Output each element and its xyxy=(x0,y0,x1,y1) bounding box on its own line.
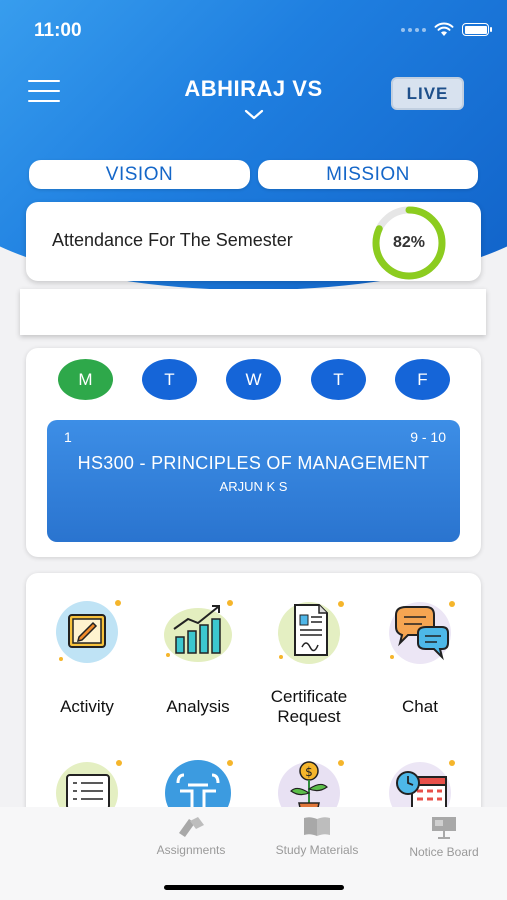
activity-tile[interactable]: Activity xyxy=(31,595,141,745)
period-card[interactable]: 1 9 - 10 HS300 - PRINCIPLES OF MANAGEMEN… xyxy=(47,420,460,542)
day-monday[interactable]: M xyxy=(58,359,113,400)
announcement-banner xyxy=(20,289,486,335)
day-friday[interactable]: F xyxy=(395,359,450,400)
notice-board-icon xyxy=(432,817,456,839)
attendance-label: Attendance For The Semester xyxy=(52,230,293,250)
chat-tile[interactable]: Chat xyxy=(364,595,474,745)
day-tuesday[interactable]: T xyxy=(142,359,197,400)
nav-assignments-label: Assignments xyxy=(156,843,226,857)
certificate-request-label: Certificate Request xyxy=(270,687,348,726)
chevron-down-icon[interactable] xyxy=(244,108,264,122)
chat-bubbles-icon xyxy=(389,601,455,664)
book-icon xyxy=(304,817,330,836)
chat-label: Chat xyxy=(402,697,438,716)
app-screen: 11:00 ABHIRAJ VS LIVE VISION MISSION Att… xyxy=(0,0,507,900)
assignment-icon xyxy=(179,817,204,837)
analysis-label: Analysis xyxy=(166,697,230,716)
feature-grid: Activity Analysis Certificate Request Ch… xyxy=(26,573,481,833)
home-indicator xyxy=(164,885,344,890)
pencil-note-icon xyxy=(56,600,121,663)
period-time: 9 - 10 xyxy=(410,429,446,445)
mission-button[interactable]: MISSION xyxy=(258,160,478,189)
bar-chart-icon xyxy=(164,600,233,662)
nav-study-materials-label: Study Materials xyxy=(275,843,359,857)
vision-button[interactable]: VISION xyxy=(29,160,250,189)
activity-label: Activity xyxy=(60,697,114,716)
wifi-icon xyxy=(434,22,454,36)
day-thursday[interactable]: T xyxy=(311,359,366,400)
certificate-icon xyxy=(278,601,344,664)
nav-study-materials[interactable]: Study Materials xyxy=(264,815,370,857)
analysis-tile[interactable]: Analysis xyxy=(142,595,252,745)
live-button[interactable]: LIVE xyxy=(391,77,464,110)
certificate-request-tile[interactable]: Certificate Request xyxy=(253,595,363,745)
battery-icon xyxy=(462,23,492,36)
status-icons xyxy=(401,22,492,37)
nav-assignments[interactable]: Assignments xyxy=(148,815,234,857)
status-time: 11:00 xyxy=(34,20,82,41)
attendance-card[interactable]: Attendance For The Semester 82% xyxy=(26,202,481,281)
nav-notice-board[interactable]: Notice Board xyxy=(399,815,489,859)
attendance-percent: 82% xyxy=(392,234,426,251)
signal-icon xyxy=(401,27,426,32)
period-teacher: ARJUN K S xyxy=(219,479,288,494)
period-number: 1 xyxy=(64,429,72,445)
timetable-card: M T W T F 1 9 - 10 HS300 - PRINCIPLES OF… xyxy=(26,348,481,557)
period-subject: HS300 - PRINCIPLES OF MANAGEMENT xyxy=(77,453,430,473)
nav-notice-board-label: Notice Board xyxy=(409,845,479,859)
status-bar: 11:00 xyxy=(0,0,507,60)
day-wednesday[interactable]: W xyxy=(226,359,281,400)
svg-text:$: $ xyxy=(305,765,313,779)
